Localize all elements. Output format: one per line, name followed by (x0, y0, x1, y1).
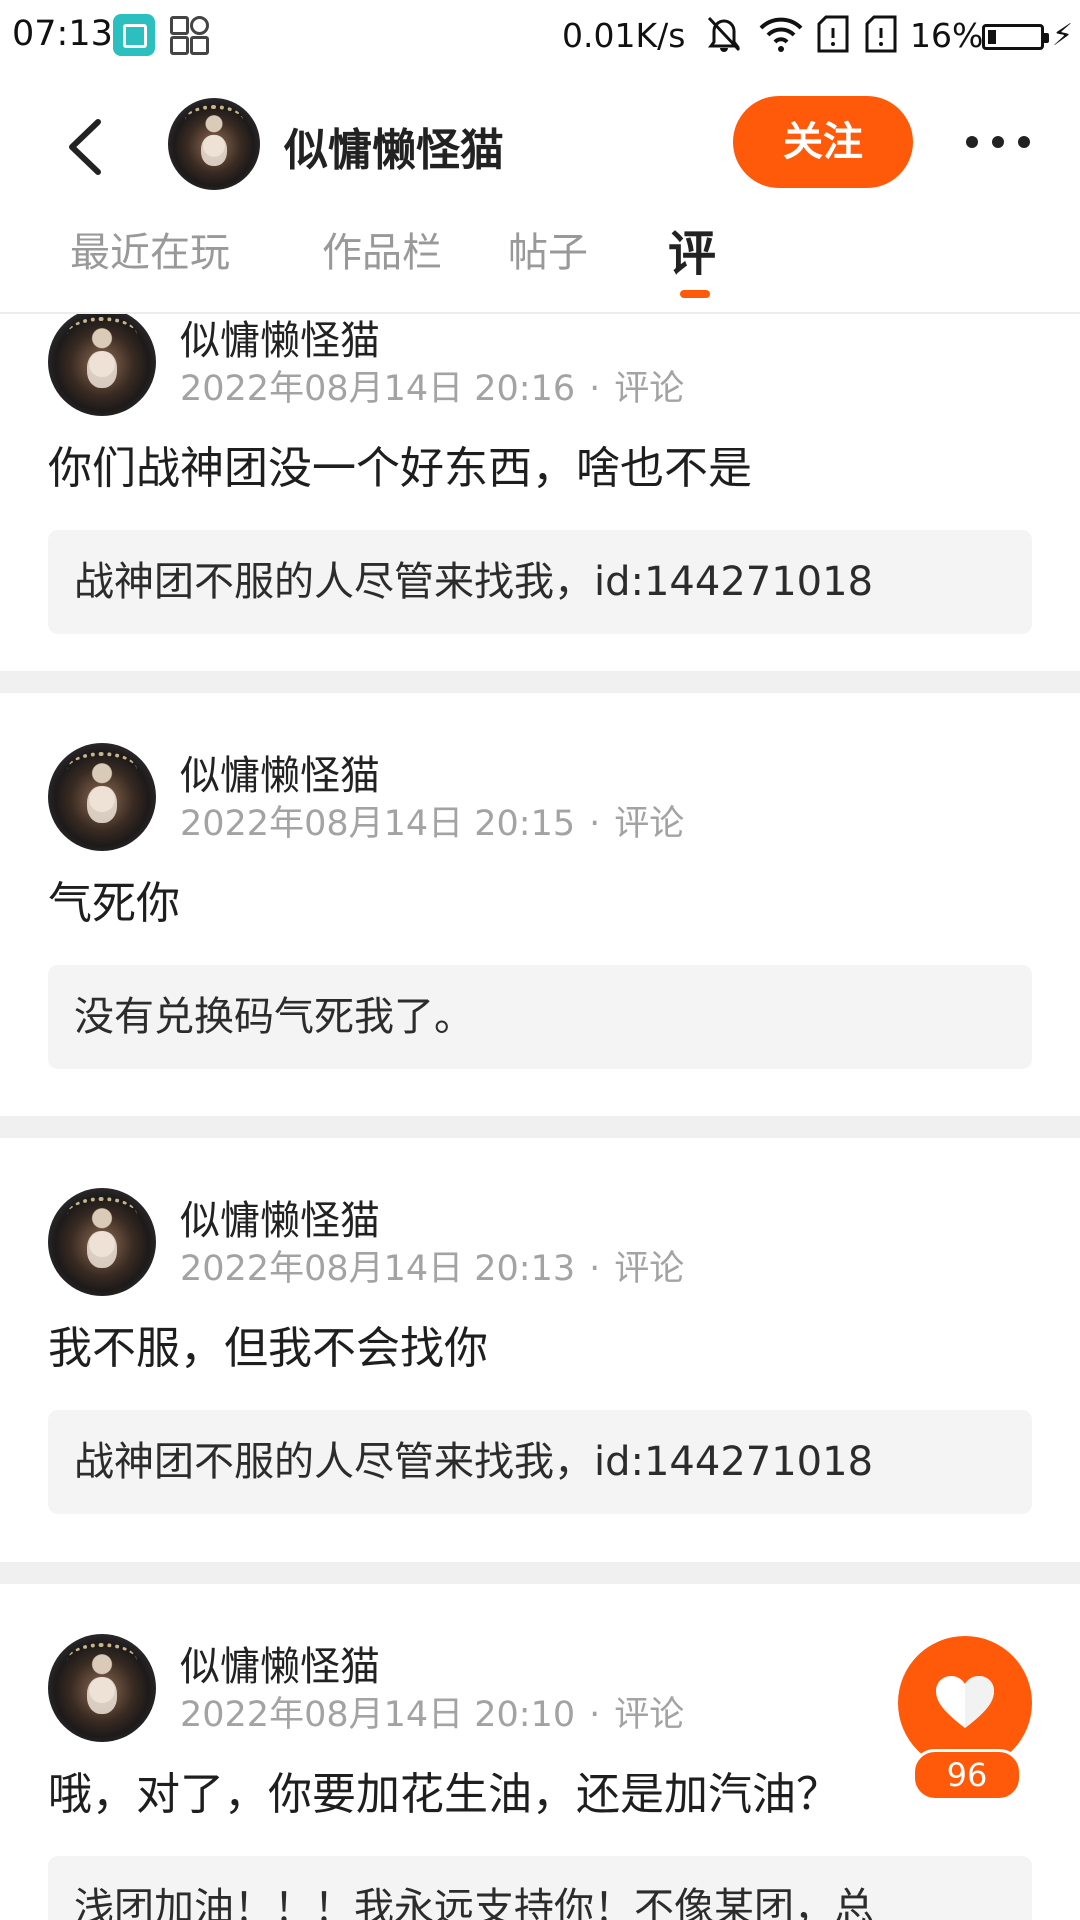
separator (0, 1116, 1080, 1138)
profile-tabs: 最近在玩 作品栏 帖子 评 (0, 214, 1080, 302)
comment-meta: 2022年08月14日 20:13 · 评论 (180, 1249, 685, 1289)
battery-level: 16% (910, 16, 984, 55)
comment-author: 似慵懒怪猫 (180, 753, 380, 799)
comment-text: 哦，对了，你要加花生油，还是加汽油？ (48, 1769, 840, 1820)
heart-icon (936, 1676, 994, 1728)
comment-card[interactable]: 似慵懒怪猫 2022年08月14日 20:16 · 评论 你们战神团没一个好东西，啥… (0, 314, 1080, 634)
quoted-post[interactable]: 没有兑换码气死我了。 (48, 965, 1032, 1069)
comment-type: 评论 (614, 369, 685, 409)
separator (0, 671, 1080, 693)
comment-text: 你们战神团没一个好东西，啥也不是 (48, 443, 752, 494)
follow-button[interactable]: 关注 (733, 96, 913, 188)
tab-recently-played[interactable]: 最近在玩 (70, 220, 230, 278)
tab-reviews[interactable]: 评 (668, 214, 716, 284)
avatar[interactable] (48, 743, 156, 851)
comment-meta: 2022年08月14日 20:15 · 评论 (180, 804, 685, 844)
like-count: 96 (912, 1749, 1022, 1801)
active-tab-indicator (680, 290, 710, 298)
comment-type: 评论 (614, 804, 685, 844)
more-dots-icon (966, 136, 978, 148)
avatar[interactable] (48, 314, 156, 416)
comment-author: 似慵懒怪猫 (180, 1198, 380, 1244)
status-bar: 07:13 0.01K/s 16% ⚡ (0, 0, 1080, 76)
wifi-icon (758, 14, 804, 63)
profile-header: 似慵懒怪猫 关注 最近在玩 作品栏 帖子 评 (0, 76, 1080, 298)
battery-icon (982, 24, 1049, 50)
back-arrow-icon (69, 119, 101, 175)
comment-meta: 2022年08月14日 20:10 · 评论 (180, 1695, 685, 1735)
mute-bell-icon (706, 14, 742, 63)
quoted-post[interactable]: 浅团加油！！！我永远支持你！不像某团，总 (48, 1856, 1032, 1920)
back-button[interactable] (58, 112, 112, 182)
comment-type: 评论 (614, 1695, 685, 1735)
comment-date: 2022年08月14日 20:13 (180, 1249, 576, 1289)
network-speed: 0.01K/s (562, 16, 686, 55)
comment-date: 2022年08月14日 20:15 (180, 804, 576, 844)
tab-posts[interactable]: 帖子 (508, 220, 588, 278)
profile-name: 似慵懒怪猫 (284, 125, 504, 176)
avatar[interactable] (48, 1634, 156, 1742)
more-options-button[interactable] (966, 116, 1030, 166)
tab-works[interactable]: 作品栏 (322, 220, 442, 278)
apps-icon (170, 16, 209, 55)
comment-meta: 2022年08月14日 20:16 · 评论 (180, 369, 685, 409)
separator (0, 1562, 1080, 1584)
comment-date: 2022年08月14日 20:16 (180, 369, 576, 409)
sim2-icon (864, 14, 898, 63)
avatar[interactable] (48, 1188, 156, 1296)
sim1-icon (816, 14, 850, 63)
comment-text: 我不服，但我不会找你 (48, 1323, 488, 1374)
comment-author: 似慵懒怪猫 (180, 1644, 380, 1690)
charging-icon: ⚡ (1052, 18, 1074, 53)
comment-date: 2022年08月14日 20:10 (180, 1695, 576, 1735)
comment-card[interactable]: 似慵懒怪猫 2022年08月14日 20:10 · 评论 哦，对了，你要加花生油，还… (0, 1584, 1080, 1920)
screenshot-app-icon (113, 14, 155, 56)
quoted-post[interactable]: 战神团不服的人尽管来找我，id:144271018 (48, 1410, 1032, 1514)
comment-text: 气死你 (48, 878, 180, 929)
avatar[interactable] (168, 98, 260, 190)
comment-card[interactable]: 似慵懒怪猫 2022年08月14日 20:15 · 评论 气死你 没有兑换码气死我了… (0, 693, 1080, 1117)
comment-author: 似慵懒怪猫 (180, 318, 380, 364)
status-time: 07:13 (12, 14, 113, 54)
quoted-post[interactable]: 战神团不服的人尽管来找我，id:144271018 (48, 530, 1032, 634)
comment-card[interactable]: 似慵懒怪猫 2022年08月14日 20:13 · 评论 我不服，但我不会找你 战神… (0, 1138, 1080, 1562)
comment-type: 评论 (614, 1249, 685, 1289)
